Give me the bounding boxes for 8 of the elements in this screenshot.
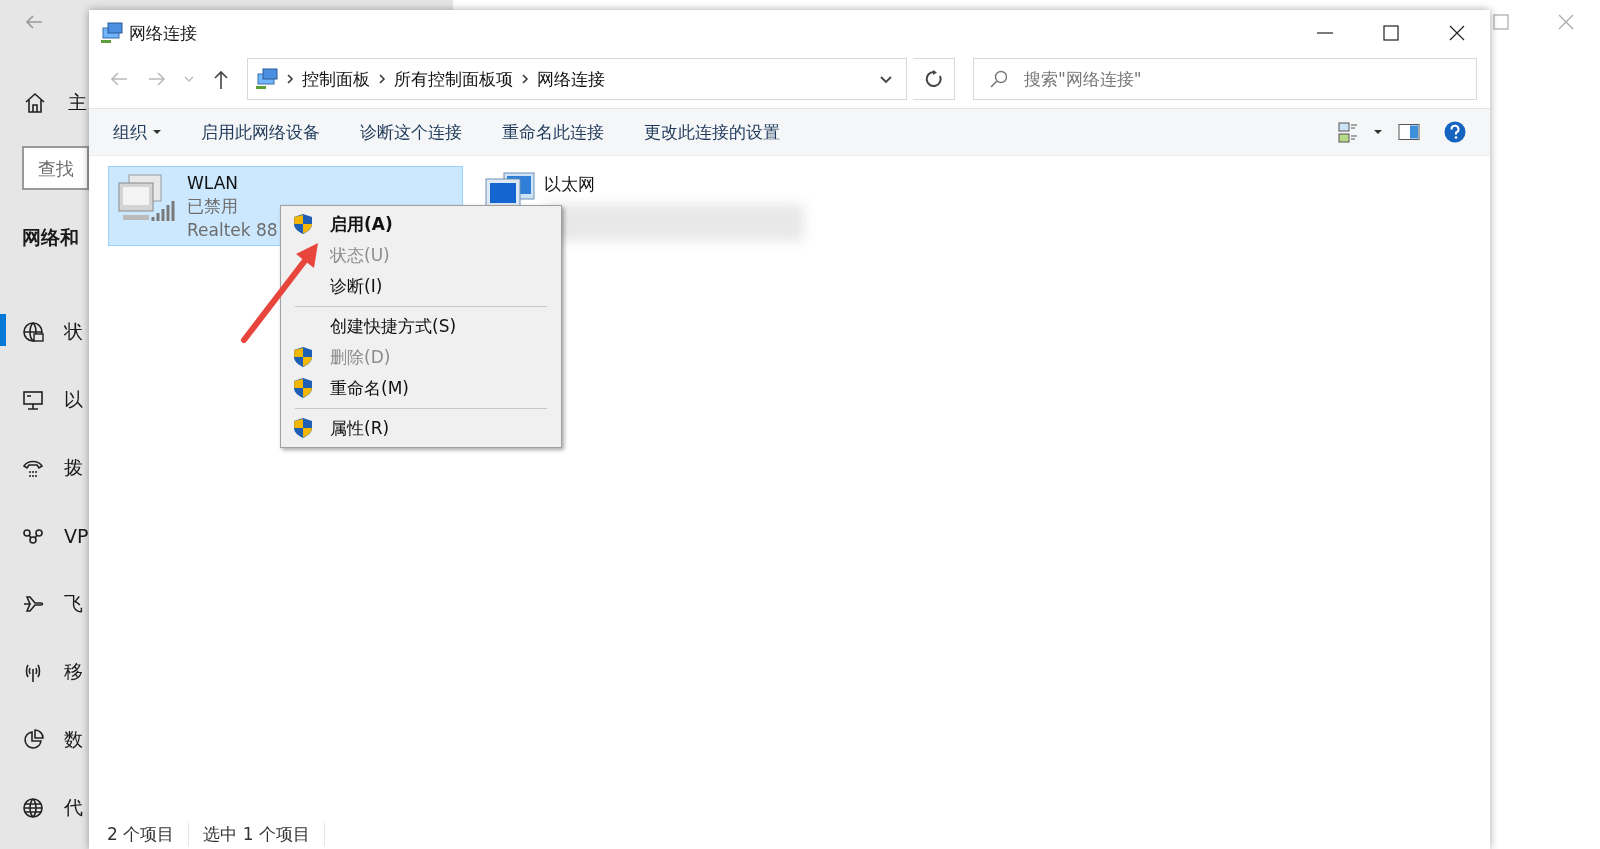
status-text: 选中 1 个项目 (203, 822, 325, 846)
window-title: 网络连接 (129, 21, 198, 45)
connection-status: 已禁用 (187, 195, 239, 218)
connection-name: WLAN (187, 173, 240, 193)
status-text: 2 个项目 (107, 822, 190, 846)
section-heading: 网络和 (22, 225, 79, 250)
connection-name: 以太网 (544, 173, 596, 196)
connection-device: Realtek 88 (187, 220, 278, 240)
